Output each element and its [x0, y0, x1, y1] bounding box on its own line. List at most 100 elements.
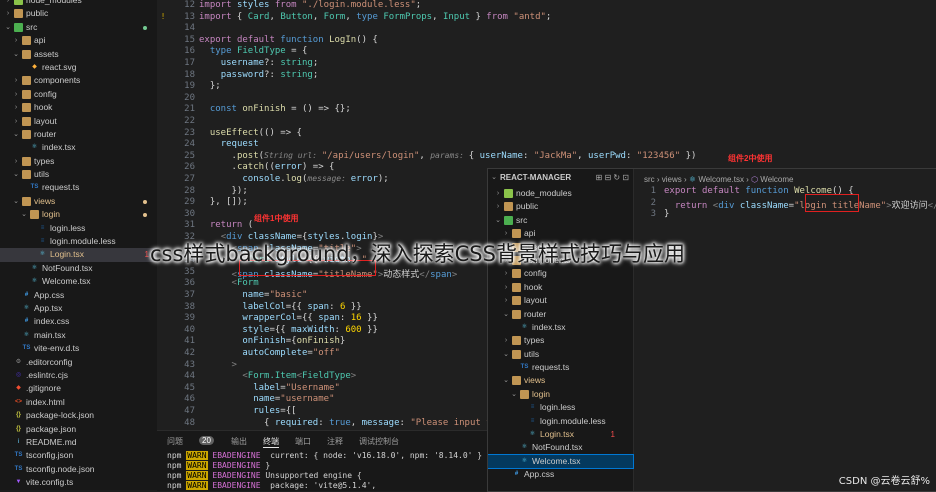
code-line[interactable]: label="Username": [199, 383, 340, 393]
explorer-item-index-css[interactable]: # index.css: [0, 315, 157, 328]
explorer-item--eslintrc-cjs[interactable]: ◎ .eslintrc.cjs: [0, 369, 157, 382]
explorer-item-request-ts[interactable]: TS request.ts: [0, 181, 157, 194]
chevron-right-icon[interactable]: ›: [502, 294, 510, 307]
panel-tab[interactable]: 终端: [263, 436, 279, 448]
secondary-explorer-item-layout[interactable]: › layout: [488, 294, 633, 307]
explorer-item-views[interactable]: ⌄ views: [0, 195, 157, 208]
chevron-down-icon[interactable]: ⌄: [502, 308, 510, 321]
code-line[interactable]: password?: string;: [199, 70, 319, 80]
secondary-explorer-item-router[interactable]: ⌄ router: [488, 308, 633, 321]
chevron-right-icon[interactable]: ›: [502, 281, 510, 294]
chevron-down-icon[interactable]: ⌄: [510, 388, 518, 401]
chevron-right-icon[interactable]: ›: [12, 155, 20, 168]
panel-tab[interactable]: 20: [199, 436, 214, 445]
secondary-explorer-item-node-modules[interactable]: › node_modules: [488, 187, 633, 200]
code-line[interactable]: console.log(message: error);: [199, 174, 388, 184]
code-line[interactable]: onFinish={onFinish}: [199, 336, 345, 346]
explorer-item-public[interactable]: › public: [0, 7, 157, 20]
code-line[interactable]: .catch((error) => {: [199, 162, 335, 172]
explorer-actions-icon[interactable]: ⊞ ⊟ ↻ ⊡: [596, 169, 629, 187]
explorer-item-tsconfig-node-json[interactable]: TS tsconfig.node.json: [0, 463, 157, 476]
explorer-item-login-tsx[interactable]: ⚛ Login.tsx 1: [0, 248, 157, 262]
explorer-item-index-html[interactable]: <> index.html: [0, 396, 157, 409]
explorer-item-welcome-tsx[interactable]: ⚛ Welcome.tsx: [0, 275, 157, 288]
chevron-down-icon[interactable]: ⌄: [12, 195, 20, 208]
secondary-explorer-item-index-tsx[interactable]: ⚛ index.tsx: [488, 321, 633, 334]
code-line[interactable]: username?: string;: [199, 58, 319, 68]
panel-tab[interactable]: 注释: [327, 436, 343, 447]
code-line[interactable]: request: [199, 139, 259, 149]
secondary-explorer-item-notfound-tsx[interactable]: ⚛ NotFound.tsx: [488, 441, 633, 454]
breadcrumb-views[interactable]: views: [662, 175, 682, 184]
explorer-item-src[interactable]: ⌄ src: [0, 21, 157, 34]
explorer-item-config[interactable]: › config: [0, 88, 157, 101]
explorer-item-tsconfig-json[interactable]: TS tsconfig.json: [0, 449, 157, 462]
chevron-down-icon[interactable]: ⌄: [12, 48, 20, 61]
secondary-explorer-item-views[interactable]: ⌄ views: [488, 374, 633, 387]
explorer-item-router[interactable]: ⌄ router: [0, 128, 157, 141]
code-line[interactable]: useEffect(() => {: [199, 128, 302, 138]
code-line[interactable]: type FieldType = {: [199, 46, 308, 56]
explorer-item-layout[interactable]: › layout: [0, 115, 157, 128]
chevron-down-icon[interactable]: ⌄: [20, 208, 28, 221]
code-line[interactable]: rules={[: [199, 406, 296, 416]
explorer-item-app-css[interactable]: # App.css: [0, 289, 157, 302]
code-line[interactable]: wrapperCol={{ span: 16 }}: [199, 313, 378, 323]
explorer-item-notfound-tsx[interactable]: ⚛ NotFound.tsx: [0, 262, 157, 275]
secondary-explorer-item-login-module-less[interactable]: ≡ login.module.less: [488, 415, 633, 428]
panel-tab[interactable]: 端口: [295, 436, 311, 447]
chevron-down-icon[interactable]: ⌄: [502, 348, 510, 361]
chevron-down-icon[interactable]: ⌄: [502, 374, 510, 387]
code-line[interactable]: labelCol={{ span: 6 }}: [199, 302, 361, 312]
explorer-item-vite-config-ts[interactable]: ▼ vite.config.ts: [0, 476, 157, 489]
secondary-explorer-item-hook[interactable]: › hook: [488, 281, 633, 294]
secondary-explorer-item-login-less[interactable]: ≡ login.less: [488, 401, 633, 414]
chevron-down-icon[interactable]: ⌄: [4, 21, 12, 34]
breadcrumb-src[interactable]: src: [644, 175, 655, 184]
panel-tab[interactable]: 输出: [231, 436, 247, 447]
secondary-editor[interactable]: src › views › ⚛ Welcome.tsx › ⬡ Welcome …: [634, 169, 936, 491]
secondary-explorer-item-utils[interactable]: ⌄ utils: [488, 348, 633, 361]
code-line[interactable]: }, []);: [199, 197, 248, 207]
explorer-item-package-json[interactable]: {} package.json: [0, 423, 157, 436]
chevron-right-icon[interactable]: ›: [494, 187, 502, 200]
secondary-explorer-item-config[interactable]: › config: [488, 267, 633, 280]
code-line[interactable]: const onFinish = () => {};: [199, 104, 351, 114]
secondary-explorer-item-welcome-tsx[interactable]: ⚛ Welcome.tsx: [488, 453, 634, 470]
explorer-item-node-modules[interactable]: › node_modules: [0, 0, 157, 7]
explorer-item-login[interactable]: ⌄ login: [0, 208, 157, 221]
secondary-explorer-item-login[interactable]: ⌄ login: [488, 388, 633, 401]
code-line[interactable]: { required: true, message: "Please input…: [199, 418, 502, 428]
explorer-item-components[interactable]: › components: [0, 74, 157, 87]
code-line[interactable]: >: [199, 360, 237, 370]
chevron-right-icon[interactable]: ›: [4, 0, 12, 7]
chevron-down-icon[interactable]: ⌄: [490, 169, 498, 187]
code-line[interactable]: .post(String url: "/api/users/login", pa…: [199, 151, 697, 161]
code-line[interactable]: };: [199, 81, 221, 91]
panel-tab[interactable]: 调试控制台: [359, 436, 399, 447]
explorer-item-main-tsx[interactable]: ⚛ main.tsx: [0, 329, 157, 342]
chevron-right-icon[interactable]: ›: [12, 34, 20, 47]
code-line[interactable]: <Form: [199, 278, 259, 288]
secondary-explorer-item-request-ts[interactable]: TS request.ts: [488, 361, 633, 374]
explorer-item-react-svg[interactable]: ◆ react.svg: [0, 61, 157, 74]
breadcrumb-file[interactable]: Welcome.tsx: [698, 175, 744, 184]
code-line[interactable]: }: [664, 209, 669, 219]
code-line[interactable]: export default function LogIn() {: [199, 35, 378, 45]
explorer-item-utils[interactable]: ⌄ utils: [0, 168, 157, 181]
chevron-right-icon[interactable]: ›: [502, 334, 510, 347]
explorer-item-assets[interactable]: ⌄ assets: [0, 48, 157, 61]
secondary-explorer-item-login-tsx[interactable]: ⚛ Login.tsx 1: [488, 428, 633, 441]
explorer-item-index-tsx[interactable]: ⚛ index.tsx: [0, 141, 157, 154]
chevron-right-icon[interactable]: ›: [494, 200, 502, 213]
explorer-item--gitignore[interactable]: ◆ .gitignore: [0, 382, 157, 395]
code-line[interactable]: style={{ maxWidth: 600 }}: [199, 325, 378, 335]
secondary-explorer-item-src[interactable]: ⌄ src: [488, 214, 633, 227]
chevron-right-icon[interactable]: ›: [12, 101, 20, 114]
panel-tab[interactable]: 问题: [167, 436, 183, 447]
explorer-item-types[interactable]: › types: [0, 155, 157, 168]
code-line[interactable]: <Form.Item<FieldType>: [199, 371, 356, 381]
code-line[interactable]: return (: [199, 220, 253, 230]
explorer-item-app-tsx[interactable]: ⚛ App.tsx: [0, 302, 157, 315]
explorer-item-login-module-less[interactable]: ≡ login.module.less: [0, 235, 157, 248]
